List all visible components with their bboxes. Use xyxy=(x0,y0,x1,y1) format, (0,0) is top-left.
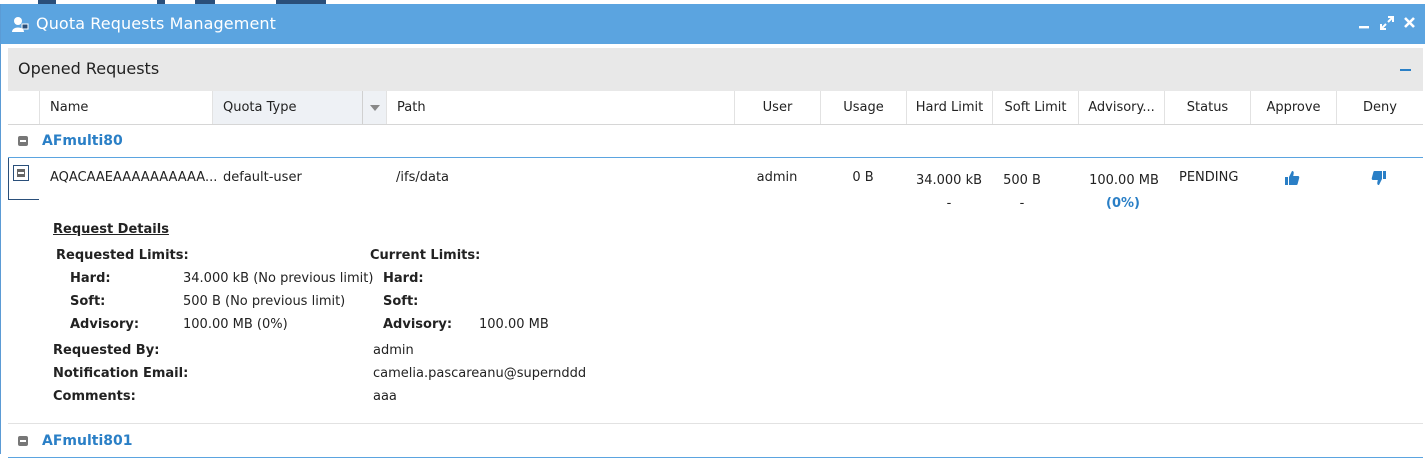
req-soft-label: Soft: xyxy=(70,294,106,309)
request-advisory-percent: (0%) xyxy=(1106,196,1140,211)
group-row-afmulti801[interactable]: AFmulti801 xyxy=(8,425,1423,458)
requested-by-value: admin xyxy=(373,343,414,358)
cur-advisory-value: 100.00 MB xyxy=(479,317,549,332)
user-quota-icon xyxy=(12,17,29,32)
col-name[interactable]: Name xyxy=(39,91,212,124)
minimize-icon[interactable] xyxy=(1358,18,1370,34)
req-advisory-value: 100.00 MB (0%) xyxy=(183,317,288,332)
req-advisory-label: Advisory: xyxy=(70,317,140,332)
cur-advisory-label: Advisory: xyxy=(383,317,453,332)
col-user-label: User xyxy=(762,100,793,115)
panel-title: Opened Requests xyxy=(18,59,160,78)
request-user: admin xyxy=(756,170,798,185)
col-quota-type-label: Quota Type xyxy=(223,100,297,115)
collapse-icon[interactable] xyxy=(1400,69,1411,71)
col-advisory[interactable]: Advisory... xyxy=(1078,91,1164,124)
close-icon[interactable] xyxy=(1403,16,1416,33)
requested-limits-label: Requested Limits: xyxy=(56,248,189,263)
request-usage: 0 B xyxy=(852,170,874,185)
col-usage[interactable]: Usage xyxy=(820,91,906,124)
cur-hard-label: Hard: xyxy=(383,271,424,286)
col-soft-limit[interactable]: Soft Limit xyxy=(992,91,1078,124)
cur-soft-label: Soft: xyxy=(383,294,419,309)
col-approve-label: Approve xyxy=(1266,100,1321,115)
col-deny[interactable]: Deny xyxy=(1336,91,1423,124)
request-soft-previous: - xyxy=(1019,196,1025,211)
col-soft-limit-label: Soft Limit xyxy=(1004,100,1067,115)
col-status-label: Status xyxy=(1186,100,1229,115)
col-quota-type[interactable]: Quota Type xyxy=(212,91,362,124)
request-status: PENDING xyxy=(1179,170,1239,185)
req-hard-value: 34.000 kB (No previous limit) xyxy=(183,271,374,286)
thumbs-up-icon[interactable] xyxy=(1284,170,1300,186)
request-name: AQACAAEAAAAAAAAAA... xyxy=(50,170,218,185)
request-quota-type: default-user xyxy=(223,170,302,185)
group-name: AFmulti801 xyxy=(42,433,133,449)
request-soft-limit: 500 B xyxy=(1003,173,1041,188)
notification-email-label: Notification Email: xyxy=(53,366,189,381)
group-row-afmulti80[interactable]: AFmulti80 xyxy=(8,125,1423,158)
col-status[interactable]: Status xyxy=(1164,91,1250,124)
column-header-row: Name Quota Type Path User Usage Hard Lim… xyxy=(8,91,1423,125)
col-path[interactable]: Path xyxy=(386,91,734,124)
col-advisory-label: Advisory... xyxy=(1088,100,1155,115)
col-approve[interactable]: Approve xyxy=(1250,91,1336,124)
sort-dropdown-button[interactable] xyxy=(362,91,387,124)
notification-email-value: camelia.pascareanu@supernddd xyxy=(373,366,587,381)
window-titlebar[interactable]: Quota Requests Management xyxy=(1,4,1425,44)
request-path: /ifs/data xyxy=(396,170,450,185)
req-hard-label: Hard: xyxy=(70,271,111,286)
collapse-group-icon[interactable] xyxy=(18,436,28,446)
chevron-down-icon xyxy=(370,105,380,111)
comments-value: aaa xyxy=(373,389,397,404)
current-limits-label: Current Limits: xyxy=(370,248,481,263)
request-details: Request Details Requested Limits: Curren… xyxy=(8,210,1423,420)
col-hard-limit-label: Hard Limit xyxy=(915,100,984,115)
row-collapse-icon[interactable] xyxy=(13,165,29,181)
panel-header: Opened Requests xyxy=(8,48,1423,91)
req-soft-value: 500 B (No previous limit) xyxy=(183,294,346,309)
opened-requests-panel: Opened Requests Name Quota Type Path Use… xyxy=(8,48,1423,458)
col-hard-limit[interactable]: Hard Limit xyxy=(906,91,992,124)
col-usage-label: Usage xyxy=(843,100,884,115)
col-user[interactable]: User xyxy=(734,91,820,124)
group-name: AFmulti80 xyxy=(42,133,123,149)
col-path-label: Path xyxy=(397,100,426,115)
request-advisory: 100.00 MB xyxy=(1089,173,1159,188)
collapse-group-icon[interactable] xyxy=(18,136,28,146)
row-separator xyxy=(8,423,1423,424)
comments-label: Comments: xyxy=(53,389,136,404)
requested-by-label: Requested By: xyxy=(53,343,160,358)
request-details-title: Request Details xyxy=(53,222,169,237)
col-deny-label: Deny xyxy=(1363,100,1397,115)
col-name-label: Name xyxy=(50,100,89,115)
table-row[interactable]: AQACAAEAAAAAAAAAA... default-user /ifs/d… xyxy=(8,158,1423,211)
quota-requests-window: Quota Requests Management Opened Request… xyxy=(0,4,1425,458)
maximize-icon[interactable] xyxy=(1380,16,1394,34)
thumbs-down-icon[interactable] xyxy=(1371,170,1387,186)
window-title: Quota Requests Management xyxy=(36,14,276,33)
